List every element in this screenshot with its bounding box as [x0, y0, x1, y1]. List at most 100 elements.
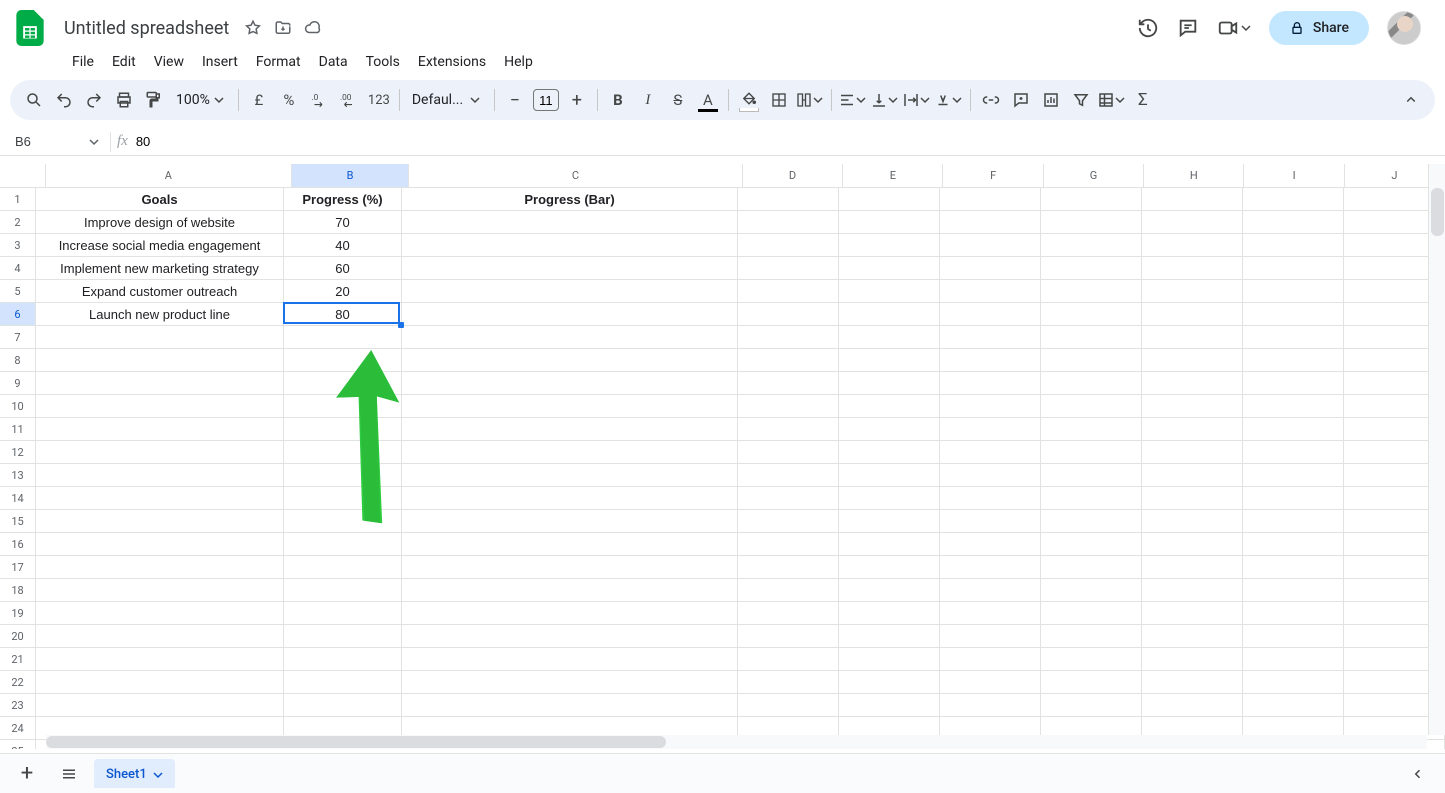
- cell-A15[interactable]: [36, 510, 284, 533]
- cell-A20[interactable]: [36, 625, 284, 648]
- horizontal-align-button[interactable]: [838, 86, 868, 114]
- cell-D6[interactable]: [738, 303, 839, 326]
- redo-icon[interactable]: [80, 86, 108, 114]
- cell-I18[interactable]: [1243, 579, 1344, 602]
- cell-E2[interactable]: [839, 211, 940, 234]
- cell-A4[interactable]: Implement new marketing strategy: [36, 257, 284, 280]
- cell-E9[interactable]: [839, 372, 940, 395]
- row-header-7[interactable]: 7: [0, 326, 36, 349]
- cell-C13[interactable]: [402, 464, 738, 487]
- cell-C15[interactable]: [402, 510, 738, 533]
- cell-D17[interactable]: [738, 556, 839, 579]
- filter-icon[interactable]: [1067, 86, 1095, 114]
- col-header-D[interactable]: D: [743, 164, 843, 188]
- cell-A2[interactable]: Improve design of website: [36, 211, 284, 234]
- row-header-18[interactable]: 18: [0, 579, 36, 602]
- row-header-5[interactable]: 5: [0, 280, 36, 303]
- table-view-icon[interactable]: [1097, 86, 1127, 114]
- cell-B13[interactable]: [284, 464, 402, 487]
- sheets-app-icon[interactable]: [10, 8, 50, 48]
- cell-D4[interactable]: [738, 257, 839, 280]
- cell-F8[interactable]: [940, 349, 1041, 372]
- cell-G7[interactable]: [1041, 326, 1142, 349]
- cell-B15[interactable]: [284, 510, 402, 533]
- decrease-decimal-icon[interactable]: .0: [305, 86, 333, 114]
- cell-I8[interactable]: [1243, 349, 1344, 372]
- cell-H5[interactable]: [1142, 280, 1243, 303]
- col-header-G[interactable]: G: [1044, 164, 1144, 188]
- cell-B9[interactable]: [284, 372, 402, 395]
- cell-A14[interactable]: [36, 487, 284, 510]
- cell-I23[interactable]: [1243, 694, 1344, 717]
- row-header-21[interactable]: 21: [0, 648, 36, 671]
- col-header-H[interactable]: H: [1144, 164, 1244, 188]
- cell-F12[interactable]: [940, 441, 1041, 464]
- cell-D2[interactable]: [738, 211, 839, 234]
- add-sheet-button[interactable]: +: [10, 757, 44, 791]
- row-header-3[interactable]: 3: [0, 234, 36, 257]
- cell-E19[interactable]: [839, 602, 940, 625]
- font-size-input[interactable]: [533, 89, 559, 111]
- row-header-23[interactable]: 23: [0, 694, 36, 717]
- history-icon[interactable]: [1137, 17, 1159, 39]
- cell-I10[interactable]: [1243, 395, 1344, 418]
- menu-help[interactable]: Help: [496, 50, 541, 74]
- paint-format-icon[interactable]: [140, 86, 168, 114]
- cell-A5[interactable]: Expand customer outreach: [36, 280, 284, 303]
- cell-H3[interactable]: [1142, 234, 1243, 257]
- cell-E22[interactable]: [839, 671, 940, 694]
- cell-I2[interactable]: [1243, 211, 1344, 234]
- cell-B18[interactable]: [284, 579, 402, 602]
- row-header-4[interactable]: 4: [0, 257, 36, 280]
- cell-D23[interactable]: [738, 694, 839, 717]
- cell-B17[interactable]: [284, 556, 402, 579]
- cell-I15[interactable]: [1243, 510, 1344, 533]
- row-header-16[interactable]: 16: [0, 533, 36, 556]
- cell-H13[interactable]: [1142, 464, 1243, 487]
- row-header-24[interactable]: 24: [0, 717, 36, 740]
- cell-B10[interactable]: [284, 395, 402, 418]
- doc-title[interactable]: Untitled spreadsheet: [58, 16, 235, 41]
- cell-E13[interactable]: [839, 464, 940, 487]
- text-rotation-button[interactable]: [934, 86, 964, 114]
- zoom-select[interactable]: 100%: [170, 92, 232, 108]
- cell-E8[interactable]: [839, 349, 940, 372]
- text-wrap-button[interactable]: [902, 86, 932, 114]
- cell-A8[interactable]: [36, 349, 284, 372]
- percent-button[interactable]: %: [275, 86, 303, 114]
- cell-E15[interactable]: [839, 510, 940, 533]
- cell-G15[interactable]: [1041, 510, 1142, 533]
- cell-D7[interactable]: [738, 326, 839, 349]
- cell-G16[interactable]: [1041, 533, 1142, 556]
- cloud-status-icon[interactable]: [303, 18, 323, 38]
- cell-H20[interactable]: [1142, 625, 1243, 648]
- cell-C6[interactable]: [402, 303, 738, 326]
- fill-color-button[interactable]: [735, 86, 763, 114]
- cell-H18[interactable]: [1142, 579, 1243, 602]
- cell-G6[interactable]: [1041, 303, 1142, 326]
- cell-F23[interactable]: [940, 694, 1041, 717]
- row-header-20[interactable]: 20: [0, 625, 36, 648]
- cell-B4[interactable]: 60: [284, 257, 402, 280]
- cell-F17[interactable]: [940, 556, 1041, 579]
- cell-D12[interactable]: [738, 441, 839, 464]
- cell-B7[interactable]: [284, 326, 402, 349]
- cell-G3[interactable]: [1041, 234, 1142, 257]
- cell-E12[interactable]: [839, 441, 940, 464]
- font-select[interactable]: Defaul...: [406, 92, 488, 108]
- cell-E16[interactable]: [839, 533, 940, 556]
- cell-A13[interactable]: [36, 464, 284, 487]
- cell-E17[interactable]: [839, 556, 940, 579]
- cell-D18[interactable]: [738, 579, 839, 602]
- cell-A11[interactable]: [36, 418, 284, 441]
- cell-G23[interactable]: [1041, 694, 1142, 717]
- cell-I16[interactable]: [1243, 533, 1344, 556]
- cell-C2[interactable]: [402, 211, 738, 234]
- row-header-14[interactable]: 14: [0, 487, 36, 510]
- star-icon[interactable]: [243, 18, 263, 38]
- cell-D10[interactable]: [738, 395, 839, 418]
- cell-C18[interactable]: [402, 579, 738, 602]
- increase-decimal-icon[interactable]: .00: [335, 86, 363, 114]
- row-header-12[interactable]: 12: [0, 441, 36, 464]
- cell-E6[interactable]: [839, 303, 940, 326]
